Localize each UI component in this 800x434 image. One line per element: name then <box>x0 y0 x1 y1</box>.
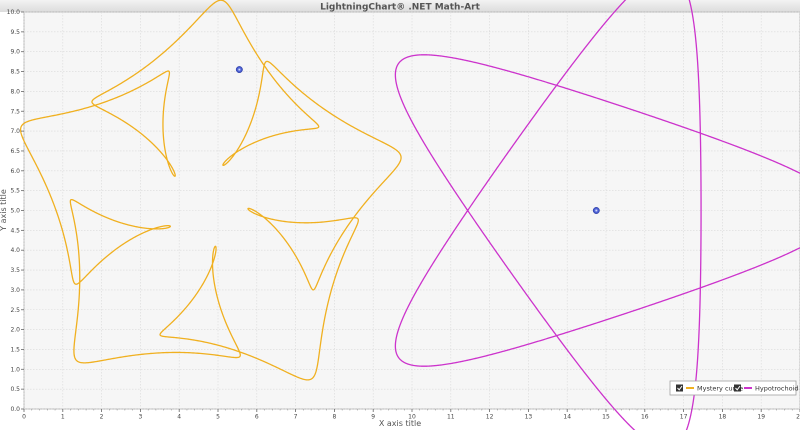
y-tick-label: 7.0 <box>10 128 20 135</box>
x-tick-label: 6 <box>255 414 259 421</box>
x-tick-label: 11 <box>447 414 455 421</box>
y-tick-label: 4.5 <box>10 227 20 234</box>
chart-title: LightningChart® .NET Math-Art <box>320 3 481 13</box>
legend[interactable]: Mystery curve Hypotrochoid <box>669 380 799 396</box>
y-tick-label: 7.5 <box>10 108 20 115</box>
chart-canvas: LightningChart® .NET Math-Art 0123456789… <box>0 0 800 434</box>
x-tick-label: 13 <box>525 414 533 421</box>
y-tick-label: 1.0 <box>10 366 20 373</box>
x-tick-label: 9 <box>371 414 375 421</box>
y-tick-label: 5.0 <box>10 208 20 215</box>
x-tick-label: 3 <box>138 414 142 421</box>
y-tick-label: 8.5 <box>10 69 20 76</box>
chart: LightningChart® .NET Math-Art 0123456789… <box>0 0 800 434</box>
x-tick-label: 14 <box>563 414 571 421</box>
y-tick-label: 9.0 <box>10 49 20 56</box>
y-tick-label: 10.0 <box>7 9 21 16</box>
x-tick-label: 2 <box>100 414 104 421</box>
y-tick-label: 3.0 <box>10 287 20 294</box>
y-tick-label: 6.5 <box>10 148 20 155</box>
y-tick-label: 1.5 <box>10 346 20 353</box>
y-axis-title: Y axis title <box>0 189 8 232</box>
y-tick-label: 9.5 <box>10 29 20 36</box>
x-tick-label: 19 <box>757 414 765 421</box>
y-tick-label: 6.0 <box>10 168 20 175</box>
x-tick-label: 1 <box>61 414 65 421</box>
x-tick-label: 7 <box>294 414 298 421</box>
y-tick-label: 2.0 <box>10 327 20 334</box>
legend-label-hypotrochoid: Hypotrochoid <box>755 385 799 393</box>
x-tick-label: 17 <box>680 414 688 421</box>
y-tick-label: 8.0 <box>10 88 20 95</box>
series-marker-hypotrochoid[interactable] <box>592 207 600 214</box>
x-tick-label: 4 <box>177 414 181 421</box>
x-tick-label: 16 <box>641 414 649 421</box>
x-tick-label: 8 <box>332 414 336 421</box>
y-tick-label: 3.5 <box>10 267 20 274</box>
x-tick-label: 12 <box>486 414 494 421</box>
y-tick-label: 5.5 <box>10 188 20 195</box>
x-axis-title: X axis title <box>379 419 421 428</box>
x-tick-label: 15 <box>602 414 610 421</box>
x-tick-label: 5 <box>216 414 220 421</box>
y-tick-label: 0.5 <box>10 386 20 393</box>
x-tick-label: 20 <box>796 414 800 421</box>
y-tick-label: 0.0 <box>10 406 20 413</box>
legend-checkbox-hypotrochoid[interactable] <box>734 384 741 392</box>
y-tick-label: 2.5 <box>10 307 20 314</box>
series-marker-mystery-curve[interactable] <box>235 66 243 74</box>
x-tick-label: 18 <box>719 414 727 421</box>
y-tick-label: 4.0 <box>10 247 20 254</box>
y-axis: 0.0 0.5 1.0 1.5 2.0 2.5 3.0 3.5 4.0 4.5 5.0 5.5 6.0 6… <box>7 9 24 413</box>
legend-checkbox-mystery-curve[interactable] <box>676 384 683 392</box>
x-tick-label: 0 <box>22 414 26 421</box>
